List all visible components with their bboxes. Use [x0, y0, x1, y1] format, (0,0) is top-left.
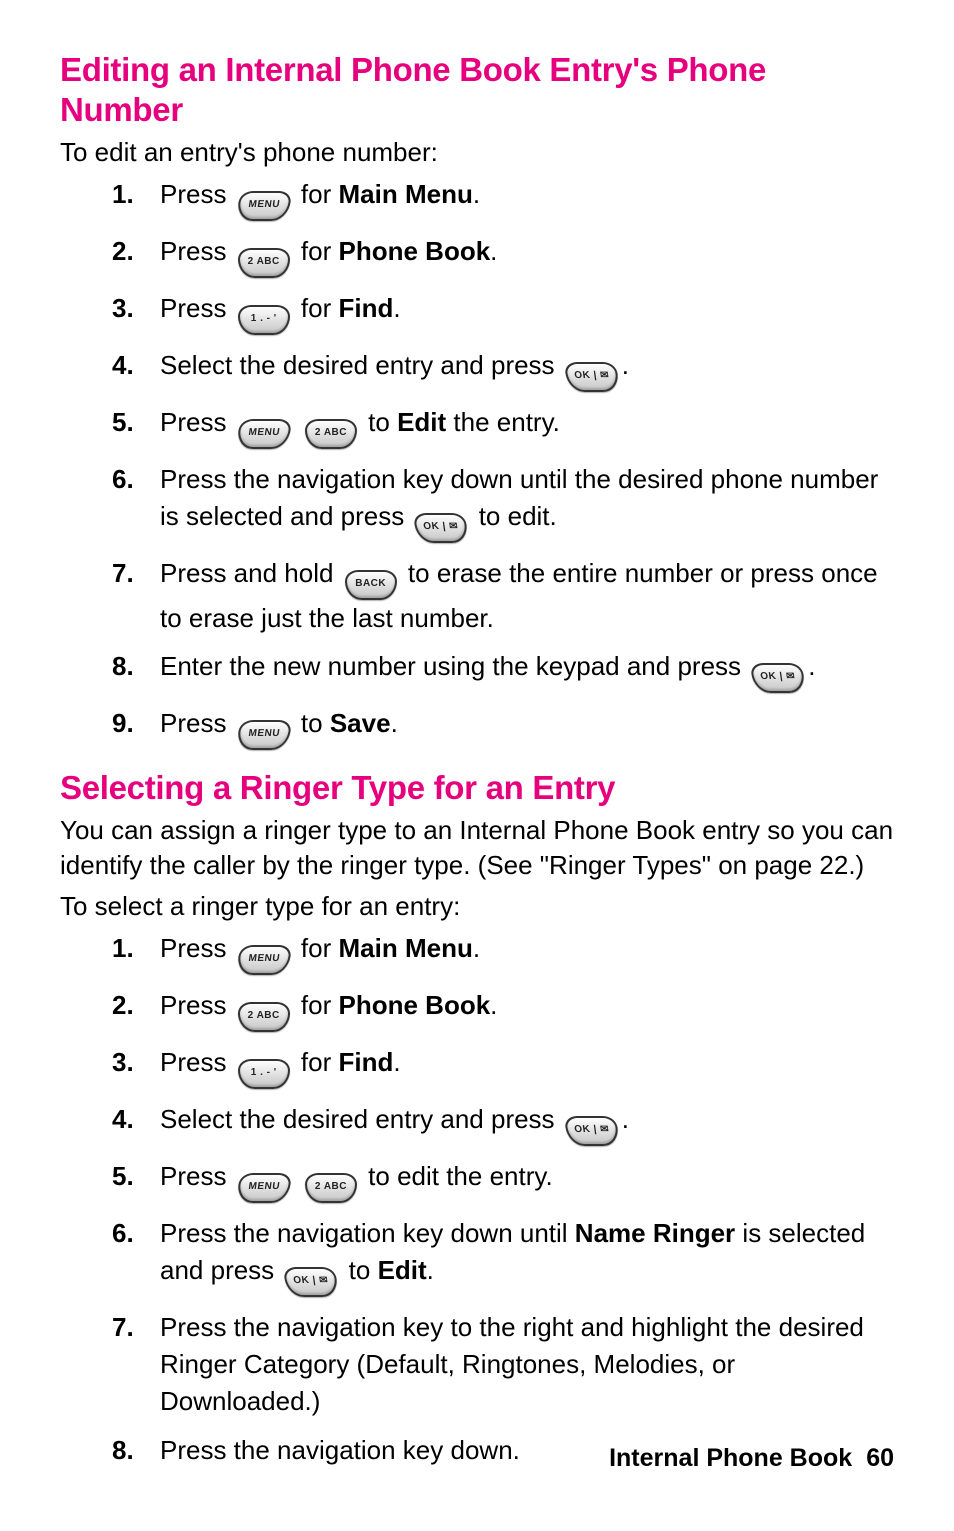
step-text: Press	[160, 407, 234, 437]
step: Press MENU for Main Menu.	[60, 930, 894, 975]
step-text: Press	[160, 179, 234, 209]
step-text: .	[473, 179, 480, 209]
step-bold: Main Menu	[339, 933, 473, 963]
step: Press the navigation key to the right an…	[60, 1309, 894, 1420]
section-heading-1: Editing an Internal Phone Book Entry's P…	[60, 50, 894, 131]
section1-intro: To edit an entry's phone number:	[60, 135, 894, 170]
step-bold: Save	[330, 708, 391, 738]
step-bold: Find	[339, 1047, 394, 1077]
step-bold: Edit	[397, 407, 446, 437]
step-text: .	[490, 236, 497, 266]
step: Press 1 . - ' for Find.	[60, 290, 894, 335]
section1-steps: Press MENU for Main Menu. Press 2 ABC fo…	[60, 176, 894, 751]
menu-key-icon: MENU	[236, 191, 292, 221]
step-text: Select the desired entry and press	[160, 1104, 562, 1134]
step-text: to edit.	[479, 501, 557, 531]
step-text: .	[393, 1047, 400, 1077]
step-text: .	[808, 651, 815, 681]
step-text: for	[301, 990, 339, 1020]
step-text: to	[368, 407, 397, 437]
step: Press MENU 2 ABC to edit the entry.	[60, 1158, 894, 1203]
step-text: to	[301, 708, 330, 738]
step: Press 2 ABC for Phone Book.	[60, 233, 894, 278]
step-bold: Name Ringer	[575, 1218, 735, 1248]
page-footer: Internal Phone Book 60	[609, 1444, 894, 1473]
menu-key-icon: MENU	[236, 1173, 292, 1203]
step-text: the entry.	[446, 407, 560, 437]
ok-key-icon: OK | ✉	[564, 1116, 620, 1146]
step-text: to edit the entry.	[368, 1161, 553, 1191]
step-text: Press	[160, 990, 234, 1020]
step: Enter the new number using the keypad an…	[60, 648, 894, 693]
ok-key-icon: OK | ✉	[750, 663, 806, 693]
step-text: for	[301, 1047, 339, 1077]
step-text: for	[301, 179, 339, 209]
key-2abc-icon: 2 ABC	[305, 419, 357, 449]
step: Press MENU to Save.	[60, 705, 894, 750]
menu-key-icon: MENU	[236, 945, 292, 975]
key-2abc-icon: 2 ABC	[238, 1002, 290, 1032]
step-text: Press	[160, 933, 234, 963]
step: Select the desired entry and press OK | …	[60, 347, 894, 392]
step-text: Press the navigation key to the right an…	[160, 1312, 864, 1416]
step-text: .	[622, 1104, 629, 1134]
step-text: for	[301, 236, 339, 266]
section2-intro1: You can assign a ringer type to an Inter…	[60, 813, 894, 883]
ok-key-icon: OK | ✉	[413, 513, 469, 543]
step: Press 1 . - ' for Find.	[60, 1044, 894, 1089]
section2-intro2: To select a ringer type for an entry:	[60, 889, 894, 924]
key-1-icon: 1 . - '	[238, 305, 290, 335]
footer-label: Internal Phone Book	[609, 1444, 852, 1472]
step: Press MENU for Main Menu.	[60, 176, 894, 221]
section-heading-2: Selecting a Ringer Type for an Entry	[60, 768, 894, 808]
step: Press the navigation key down until Name…	[60, 1215, 894, 1297]
step-text: .	[622, 350, 629, 380]
step-bold: Find	[339, 293, 394, 323]
key-1-icon: 1 . - '	[238, 1059, 290, 1089]
step-text: for	[301, 933, 339, 963]
step: Press MENU 2 ABC to Edit the entry.	[60, 404, 894, 449]
step-text: Press	[160, 708, 234, 738]
key-2abc-icon: 2 ABC	[305, 1173, 357, 1203]
step-text: .	[473, 933, 480, 963]
step: Press and hold BACK to erase the entire …	[60, 555, 894, 637]
ok-key-icon: OK | ✉	[564, 362, 620, 392]
step-text: Press and hold	[160, 558, 341, 588]
step-bold: Phone Book	[339, 236, 491, 266]
step-bold: Main Menu	[339, 179, 473, 209]
ok-key-icon: OK | ✉	[283, 1267, 339, 1297]
step-text: .	[391, 708, 398, 738]
back-key-icon: BACK	[345, 570, 397, 600]
step-text: Press the navigation key down.	[160, 1435, 520, 1465]
step: Press the navigation key down until the …	[60, 461, 894, 543]
step-text: Press the navigation key down until	[160, 1218, 575, 1248]
step-text: .	[393, 293, 400, 323]
step-text: Select the desired entry and press	[160, 350, 562, 380]
step-text: .	[427, 1255, 434, 1285]
section2-steps: Press MENU for Main Menu. Press 2 ABC fo…	[60, 930, 894, 1469]
menu-key-icon: MENU	[236, 720, 292, 750]
step-bold: Phone Book	[339, 990, 491, 1020]
step-bold: Edit	[378, 1255, 427, 1285]
step-text: to	[349, 1255, 378, 1285]
step: Press 2 ABC for Phone Book.	[60, 987, 894, 1032]
step-text: Press	[160, 236, 234, 266]
step-text: Press	[160, 293, 234, 323]
page-number: 60	[866, 1444, 894, 1472]
step: Select the desired entry and press OK | …	[60, 1101, 894, 1146]
step-text: .	[490, 990, 497, 1020]
key-2abc-icon: 2 ABC	[238, 248, 290, 278]
menu-key-icon: MENU	[236, 419, 292, 449]
step-text: Press	[160, 1161, 234, 1191]
step-text: Press	[160, 1047, 234, 1077]
step-text: for	[301, 293, 339, 323]
step-text: Enter the new number using the keypad an…	[160, 651, 748, 681]
